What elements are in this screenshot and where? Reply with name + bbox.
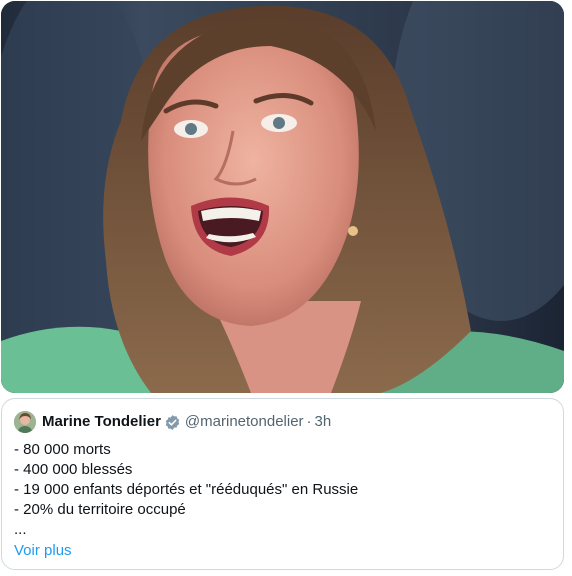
text-line: - 80 000 morts (14, 441, 111, 458)
tweet-embed: Marine Tondelier @marinetondelier · 3h -… (0, 0, 572, 576)
author-handle[interactable]: @marinetondelier (185, 412, 304, 432)
avatar[interactable] (14, 411, 36, 433)
quoted-tweet-header: Marine Tondelier @marinetondelier · 3h (14, 410, 551, 434)
timestamp[interactable]: 3h (315, 412, 332, 432)
attached-photo[interactable] (1, 1, 564, 393)
photo-image (1, 1, 564, 393)
separator-dot: · (306, 413, 312, 430)
quoted-tweet-card[interactable]: Marine Tondelier @marinetondelier · 3h -… (1, 398, 564, 570)
verified-badge-icon (165, 414, 180, 430)
text-line: - 400 000 blessés (14, 461, 133, 478)
show-more-link[interactable]: Voir plus (14, 541, 72, 561)
author-name[interactable]: Marine Tondelier (42, 412, 161, 432)
text-line: - 19 000 enfants déportés et "rééduqués"… (14, 481, 359, 498)
text-line: ... (14, 521, 27, 538)
text-line: - 20% du territoire occupé (14, 501, 186, 518)
quoted-tweet-text: - 80 000 morts - 400 000 blessés - 19 00… (14, 440, 551, 540)
